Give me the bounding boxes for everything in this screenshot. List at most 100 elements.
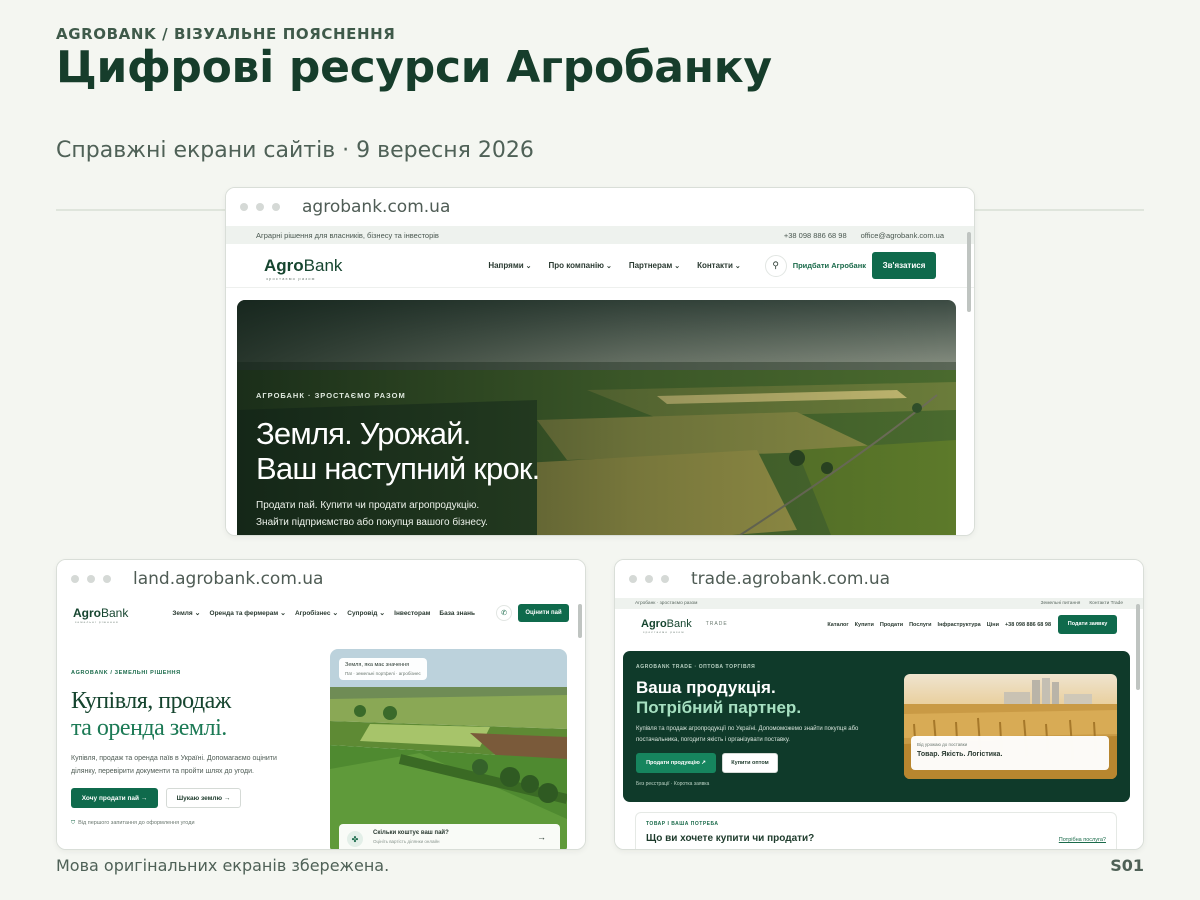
page-title: Цифрові ресурси Агробанку <box>56 42 772 93</box>
nav-item-land[interactable]: Земля <box>172 609 200 617</box>
nav-item-infrastructure[interactable]: Інфраструктура <box>938 621 981 628</box>
land-heading: Купівля, продаж та оренда землі. <box>71 688 311 742</box>
utility-text: Аграрні рішення для власників, бізнесу т… <box>256 230 439 240</box>
land-description: Купівля, продаж та оренда паїв в Україні… <box>71 755 277 775</box>
chip-title: Земля, яка має значення <box>345 662 410 668</box>
window-dot[interactable] <box>629 575 637 583</box>
window-dot[interactable] <box>256 203 264 211</box>
logo-bank: Bank <box>303 255 343 275</box>
land-heading-line1: Купівля, продаж <box>71 688 231 714</box>
utility-bar: Агробанк · зростаємо разом Земельні пита… <box>615 598 1143 609</box>
trade-heading-line2: Потрібний партнер. <box>636 698 802 717</box>
phone-link[interactable]: +38 098 886 68 98 <box>784 231 847 240</box>
browser-window-land: land.agrobank.com.ua AgroBank земельні р… <box>56 559 586 850</box>
scrollbar[interactable] <box>1136 604 1140 690</box>
utility-text: Агробанк · зростаємо разом <box>635 601 698 606</box>
nav-menu: Каталог Купити Продати Послуги Інфрастру… <box>827 621 1051 628</box>
need-service-link[interactable]: Потрібна послуга? <box>1059 837 1106 843</box>
window-dot[interactable] <box>240 203 248 211</box>
search-icon[interactable]: ⚲ <box>764 254 787 277</box>
hero-heading-line2: Ваш наступний крок. <box>256 451 540 486</box>
buy-wholesale-button[interactable]: Купити оптом <box>722 753 778 773</box>
browser-window-trade: trade.agrobank.com.ua Агробанк · зростає… <box>614 559 1144 850</box>
land-kicker: AGROBANK / ЗЕМЕЛЬНІ РІШЕННЯ <box>71 670 181 676</box>
window-dot[interactable] <box>661 575 669 583</box>
agrobank-logo[interactable]: AgroBank зростаємо разом <box>264 255 343 281</box>
logo-tagline: зростаємо разом <box>643 630 685 634</box>
wheat-field-photo: Від урожаю до поставки Товар. Якість. Ло… <box>904 674 1117 779</box>
hero-heading-line1: Земля. Урожай. <box>256 416 471 451</box>
shield-icon: ⛉ <box>71 820 76 826</box>
agrobank-logo[interactable]: AgroBank зростаємо разом <box>641 618 692 634</box>
land-hero-text: AGROBANK / ЗЕМЕЛЬНІ РІШЕННЯ Купівля, про… <box>71 670 311 827</box>
sell-share-button[interactable]: Хочу продати пай → <box>71 788 158 808</box>
contact-button[interactable]: Зв'язатися <box>872 252 936 279</box>
find-land-button[interactable]: Шукаю землю → <box>166 788 241 808</box>
window-controls <box>240 203 280 211</box>
land-heading-line2: та оренда землі. <box>71 715 227 741</box>
evaluate-share-button[interactable]: Оцінити пай <box>518 604 569 622</box>
nav-item-support[interactable]: Супровід <box>347 609 385 617</box>
address-bar-url[interactable]: trade.agrobank.com.ua <box>691 569 890 589</box>
logo-bank: Bank <box>101 606 129 620</box>
nav-menu-plain: Інвесторам База знань <box>394 610 475 617</box>
phone-icon[interactable]: ✆ <box>496 605 512 621</box>
nav-item-rent[interactable]: Оренда та фермерам <box>210 609 286 617</box>
window-controls <box>629 575 669 583</box>
arrow-right-icon[interactable]: → <box>537 832 546 842</box>
window-dot[interactable] <box>272 203 280 211</box>
nav-item-partners[interactable]: Партнерам <box>629 261 680 270</box>
window-dot[interactable] <box>103 575 111 583</box>
agrobank-logo[interactable]: AgroBank земельні рішення <box>73 606 129 624</box>
utility-bar: Аграрні рішення для власників, бізнесу т… <box>226 226 974 244</box>
chip-subtitle: Паї · земельні портфелі · агробізнес <box>345 671 421 676</box>
page-subtitle: Справжні екрани сайтів · 9 вересня 2026 <box>56 138 534 163</box>
nav-item-services[interactable]: Послуги <box>909 621 931 628</box>
nav-menu: Земля Оренда та фермерам Агробізнес Супр… <box>172 609 385 617</box>
trade-contacts-link[interactable]: Контакти Trade <box>1089 601 1123 606</box>
wheat-chip-title: Товар. Якість. Логістика. <box>917 751 1003 758</box>
trade-label: TRADE <box>705 621 728 627</box>
nav-item-about[interactable]: Про компанію <box>548 261 611 270</box>
submit-request-button[interactable]: Подати заявку <box>1058 614 1117 634</box>
nav-item-prices[interactable]: Ціни <box>987 621 999 628</box>
land-note: ⛉ Від першого запитання до оформлення уго… <box>71 820 311 827</box>
land-photo: Земля, яка має значення Паї · земельні п… <box>330 649 567 849</box>
window-dot[interactable] <box>71 575 79 583</box>
share-price-subtitle: Оцініть вартість ділянки онлайн <box>373 839 440 844</box>
window-dot[interactable] <box>87 575 95 583</box>
scrollbar[interactable] <box>967 232 971 312</box>
nav-item-sell[interactable]: Продати <box>880 621 903 628</box>
address-bar-url[interactable]: land.agrobank.com.ua <box>133 569 323 589</box>
nav-item-knowledge[interactable]: База знань <box>439 610 475 617</box>
hero-heading: Земля. Урожай. Ваш наступний крок. <box>256 416 540 486</box>
page-viewport: Агробанк · зростаємо разом Земельні пита… <box>615 598 1143 849</box>
window-dot[interactable] <box>645 575 653 583</box>
share-price-title: Скільки коштує ваш пай? <box>373 830 449 836</box>
nav-menu: Напрями Про компанію Партнерам Контакти <box>488 261 740 270</box>
nav-item-napryamy[interactable]: Напрями <box>488 261 531 270</box>
site-navbar: AgroBank земельні рішення Земля Оренда т… <box>57 598 585 628</box>
nav-item-agrobusiness[interactable]: Агробізнес <box>295 609 338 617</box>
wheat-chip-small: Від урожаю до поставки <box>917 742 968 747</box>
address-bar-url[interactable]: agrobank.com.ua <box>302 197 450 217</box>
site-navbar: AgroBank зростаємо разом Напрями Про ком… <box>226 244 974 288</box>
nav-item-investors[interactable]: Інвесторам <box>394 610 430 617</box>
sprout-icon: ✤ <box>347 831 363 847</box>
buy-agrobank-link[interactable]: Придбати Агробанк <box>793 261 866 270</box>
nav-item-buy[interactable]: Купити <box>855 621 874 628</box>
trade-heading: Ваша продукція. Потрібний партнер. <box>636 678 801 718</box>
phone-link[interactable]: +38 098 886 68 98 <box>1005 621 1051 628</box>
trade-hero-section: AGROBANK TRADE · ОПТОВА ТОРГІВЛЯ Ваша пр… <box>623 651 1130 802</box>
email-link[interactable]: office@agrobank.com.ua <box>861 231 944 240</box>
sell-produce-button[interactable]: Продати продукцію ↗ <box>636 753 716 773</box>
logo-tagline: земельні рішення <box>75 620 119 624</box>
nav-item-catalog[interactable]: Каталог <box>827 621 848 628</box>
page-viewport: AgroBank земельні рішення Земля Оренда т… <box>57 598 585 849</box>
land-questions-link[interactable]: Земельні питання <box>1041 601 1081 606</box>
hero-kicker: АГРОБАНК · ЗРОСТАЄМО РАЗОМ <box>256 391 406 400</box>
share-price-card[interactable]: ✤ Скільки коштує ваш пай? Оцініть вартіс… <box>339 824 560 849</box>
scrollbar[interactable] <box>578 604 582 638</box>
trade-note: Без реєстрації · Коротка заявка <box>636 781 710 787</box>
nav-item-contacts[interactable]: Контакти <box>697 261 741 270</box>
